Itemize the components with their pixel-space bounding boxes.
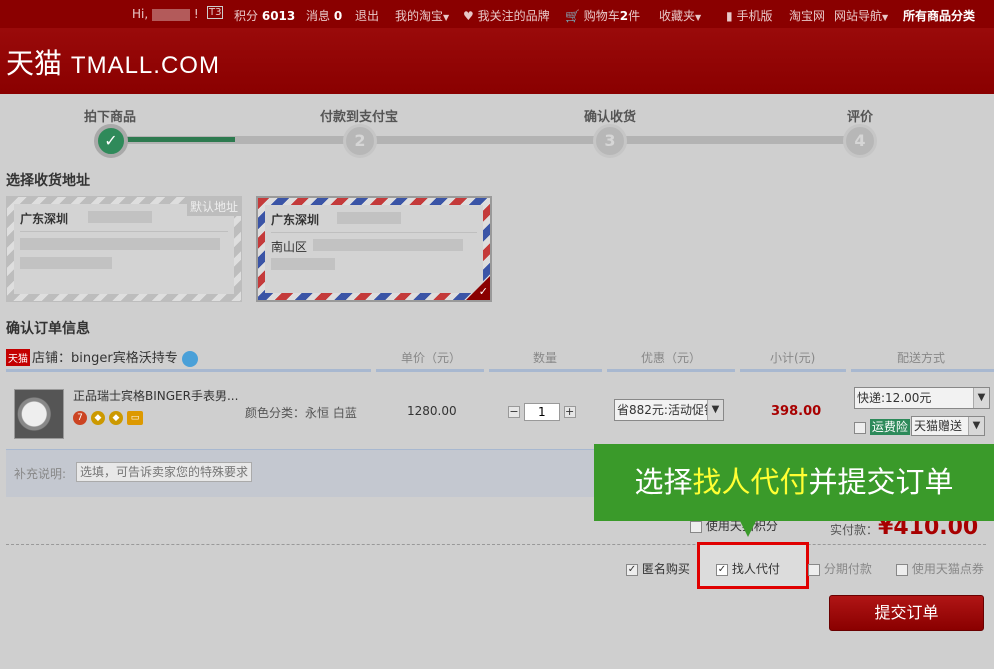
shop-name[interactable]: 店铺：binger宾格沃持专 bbox=[32, 351, 178, 366]
default-address-badge: 默认地址 bbox=[186, 197, 241, 216]
shipping-select[interactable]: 快递:12.00元 ▼ bbox=[854, 387, 990, 409]
credit-card-icon: ▭ bbox=[127, 411, 143, 425]
note-bar: 补充说明: bbox=[6, 449, 606, 497]
step-label-4: 评价 bbox=[847, 110, 874, 125]
item-subtotal: 398.00 bbox=[771, 404, 822, 419]
order-item-row: 正品瑞士宾格BINGER手表男... 7 ◆ ◆ ▭ 颜色分类：永恒 白蓝 1280.… bbox=[6, 374, 994, 448]
phone-icon: ▮ bbox=[726, 9, 733, 23]
chevron-down-icon: ▼ bbox=[968, 417, 984, 435]
wangwang-chat-icon[interactable] bbox=[181, 350, 198, 367]
submit-order-button[interactable]: 提交订单 bbox=[829, 595, 984, 631]
callout-pointer bbox=[740, 521, 756, 537]
step-label-2: 付款到支付宝 bbox=[320, 110, 399, 125]
authentic-icon: ◆ bbox=[109, 411, 123, 425]
chevron-down-icon: ▼ bbox=[973, 388, 989, 408]
cart-link[interactable]: 🛒 购物车2件 bbox=[565, 7, 640, 24]
address-city: 广东深圳 bbox=[20, 212, 69, 226]
tmall-points-option[interactable]: 使用天猫点券 bbox=[896, 560, 984, 577]
site-nav-menu[interactable]: 网站导航▼ bbox=[834, 7, 888, 24]
chevron-down-icon: ▼ bbox=[882, 13, 889, 22]
messages-link[interactable]: 消息 0 bbox=[306, 7, 342, 24]
shop-info: 天猫 店铺：binger宾格沃持专 bbox=[6, 347, 198, 367]
service-icons: 7 ◆ ◆ ▭ bbox=[73, 409, 147, 425]
address-city: 广东深圳 bbox=[271, 213, 320, 227]
step-label-3: 确认收货 bbox=[584, 110, 637, 125]
check-icon: ✓ bbox=[478, 285, 488, 298]
proxy-pay-option[interactable]: ✓ 找人代付 bbox=[716, 560, 780, 577]
insurance-tag: 运费险 bbox=[869, 419, 910, 435]
header-qty: 数量 bbox=[533, 351, 558, 365]
step-label-1: 拍下商品 bbox=[84, 110, 137, 125]
phone-blurred bbox=[20, 257, 112, 269]
step-3-circle: 3 bbox=[593, 124, 627, 158]
insurance-checkbox[interactable] bbox=[854, 421, 866, 434]
quantity-stepper: − + bbox=[508, 403, 576, 421]
proxy-pay-checkbox[interactable]: ✓ bbox=[716, 563, 728, 576]
order-section-title: 确认订单信息 bbox=[6, 321, 90, 337]
street-blurred bbox=[313, 239, 463, 251]
tmall-points-checkbox[interactable] bbox=[896, 563, 908, 576]
decrease-qty-button[interactable]: − bbox=[508, 406, 520, 418]
gift-select[interactable]: 天猫赠送 ▼ bbox=[911, 416, 985, 436]
increase-qty-button[interactable]: + bbox=[563, 406, 576, 418]
user-badge-icon: T3 bbox=[207, 6, 224, 19]
tmall-shop-tag: 天猫 bbox=[6, 349, 30, 366]
product-thumbnail[interactable] bbox=[14, 389, 64, 439]
installment-checkbox[interactable] bbox=[808, 563, 820, 576]
username-blurred bbox=[152, 8, 190, 21]
quantity-input[interactable] bbox=[523, 403, 560, 421]
installment-option[interactable]: 分期付款 bbox=[808, 560, 872, 577]
top-bar: Hi, ! T3 积分 6013 消息 0 退出 我的淘宝▼ ♥ 我关注的品牌 … bbox=[0, 0, 994, 28]
unit-price: 1280.00 bbox=[407, 404, 457, 418]
seven-day-return-icon: 7 bbox=[73, 411, 87, 425]
tmall-logo[interactable]: 天猫 TMALL.COM bbox=[6, 42, 220, 82]
cart-icon: 🛒 bbox=[565, 9, 580, 23]
chevron-down-icon: ▼ bbox=[695, 13, 702, 22]
address-card-selected[interactable]: 广东深圳 南山区 ✓ bbox=[256, 196, 492, 302]
header-discount: 优惠（元） bbox=[641, 351, 702, 365]
points-checkbox[interactable] bbox=[690, 520, 702, 533]
brands-link[interactable]: ♥ 我关注的品牌 bbox=[463, 7, 550, 24]
note-label: 补充说明: bbox=[14, 467, 67, 481]
header-subtotal: 小计(元) bbox=[770, 351, 816, 365]
phone-blurred bbox=[271, 258, 335, 270]
points-link[interactable]: 积分 6013 bbox=[234, 7, 295, 24]
step-2-circle: 2 bbox=[343, 124, 377, 158]
favorites-menu[interactable]: 收藏夹▼ bbox=[659, 7, 701, 24]
name-blurred bbox=[88, 211, 152, 223]
shipping-insurance: 运费险 bbox=[854, 418, 910, 435]
product-name-link[interactable]: 正品瑞士宾格BINGER手表男... bbox=[73, 387, 238, 404]
logout-link[interactable]: 退出 bbox=[355, 7, 379, 24]
anonymous-checkbox[interactable]: ✓ bbox=[626, 563, 638, 576]
heart-icon: ♥ bbox=[463, 9, 474, 23]
step-1-check-icon: ✓ bbox=[94, 124, 128, 158]
anonymous-purchase-option[interactable]: ✓ 匿名购买 bbox=[626, 560, 690, 577]
header-shipping: 配送方式 bbox=[897, 351, 946, 365]
street-blurred bbox=[20, 238, 220, 250]
address-section-title: 选择收货地址 bbox=[6, 173, 90, 189]
guarantee-icon: ◆ bbox=[91, 411, 105, 425]
my-taobao-menu[interactable]: 我的淘宝▼ bbox=[395, 7, 449, 24]
instruction-callout: 选择找人代付并提交订单 bbox=[594, 444, 994, 521]
mobile-link[interactable]: ▮ 手机版 bbox=[726, 7, 772, 24]
address-card-default[interactable]: 广东深圳 默认地址 bbox=[6, 196, 242, 302]
header-price: 单价（元） bbox=[401, 351, 462, 365]
all-categories-menu[interactable]: 所有商品分类 bbox=[903, 7, 975, 24]
product-attr: 颜色分类：永恒 白蓝 bbox=[245, 406, 357, 420]
chevron-down-icon: ▼ bbox=[443, 13, 450, 22]
discount-select[interactable]: 省882元:活动促销 ▼ bbox=[614, 399, 724, 421]
name-blurred bbox=[337, 212, 401, 224]
note-input[interactable] bbox=[76, 462, 252, 482]
taobao-link[interactable]: 淘宝网 bbox=[789, 7, 825, 24]
header: 天猫 TMALL.COM bbox=[0, 28, 994, 94]
progress-fill bbox=[110, 137, 235, 142]
step-4-circle: 4 bbox=[843, 124, 877, 158]
chevron-down-icon: ▼ bbox=[707, 400, 723, 420]
greeting: Hi, ! bbox=[132, 7, 199, 21]
address-street: 南山区 bbox=[271, 240, 308, 254]
